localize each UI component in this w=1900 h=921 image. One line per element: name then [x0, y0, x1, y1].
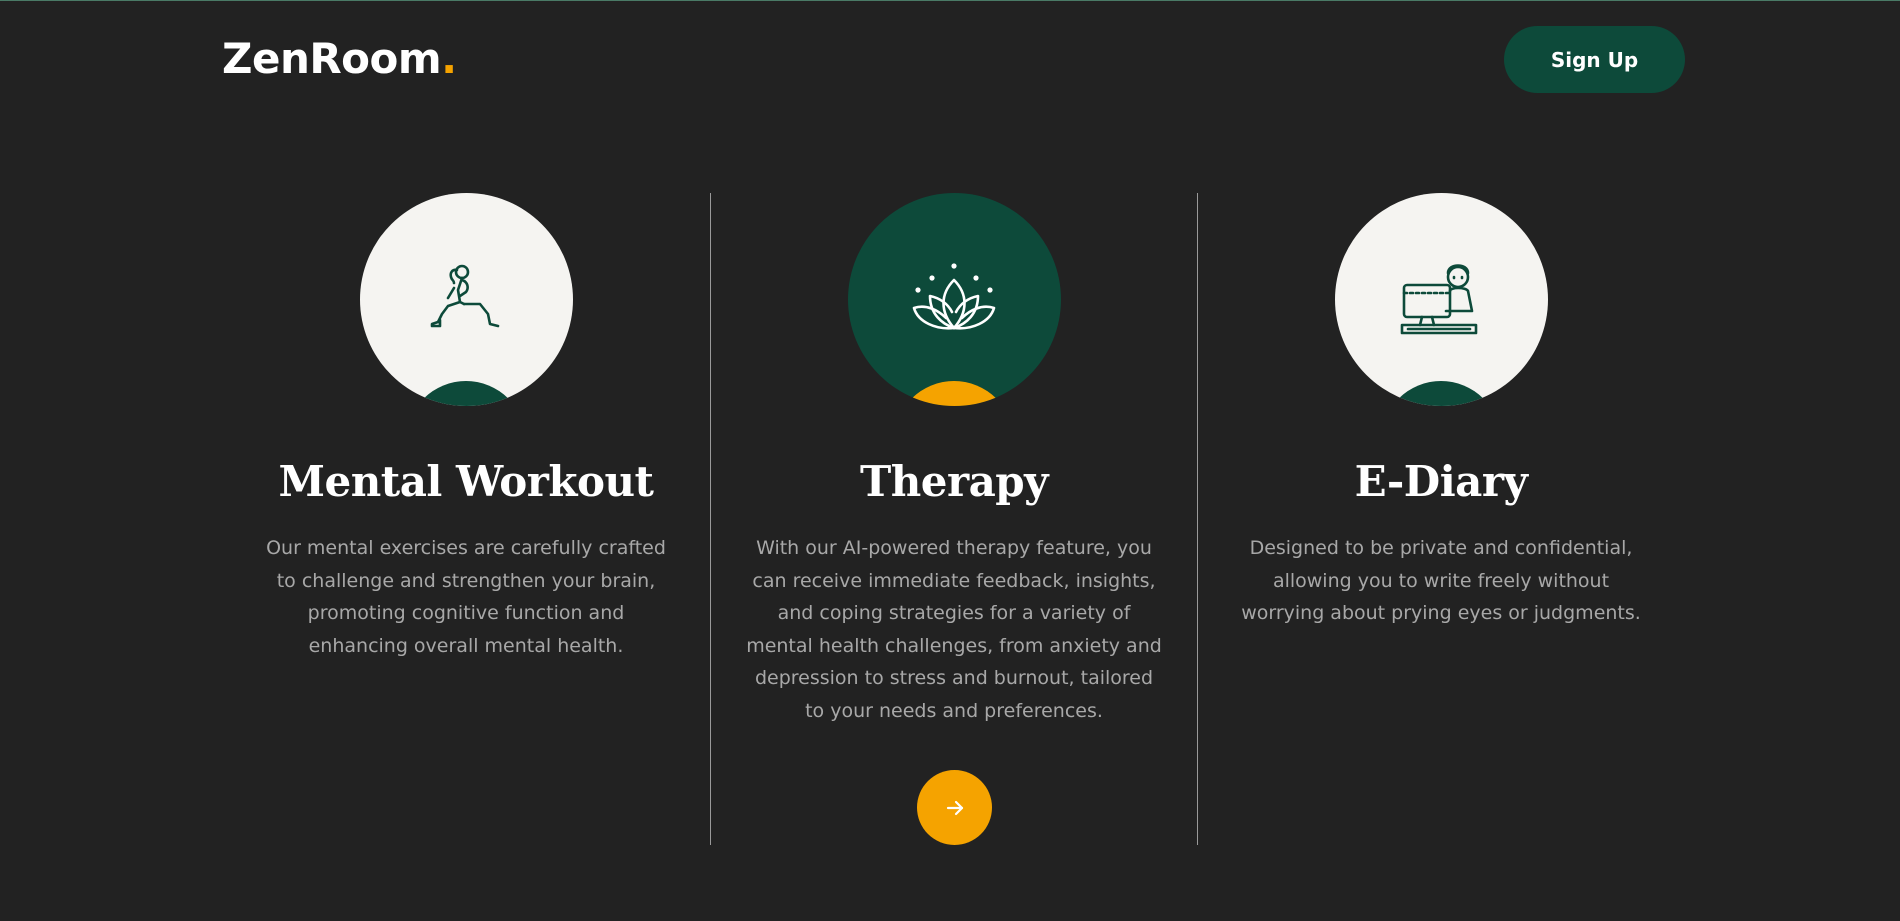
logo-text: ZenRoom: [222, 34, 442, 83]
feature-description: Our mental exercises are carefully craft…: [266, 537, 666, 657]
sign-up-button[interactable]: Sign Up: [1504, 26, 1685, 93]
arrow-right-icon: [946, 800, 963, 815]
circle-accent-arc: [894, 381, 1014, 406]
column-divider: [710, 193, 711, 845]
feature-description: With our AI-powered therapy feature, you…: [746, 537, 1162, 722]
diary-icon: [1400, 263, 1478, 334]
logo-dot: .: [441, 34, 457, 83]
next-arrow-button[interactable]: [917, 770, 992, 845]
feature-icon-circle: [359, 193, 573, 406]
feature-title: E-Diary: [1354, 457, 1528, 506]
logo[interactable]: ZenRoom.: [222, 34, 457, 84]
lotus-icon: [912, 262, 996, 330]
feature-card-mental-workout: Mental Workout Our mental exercises are …: [248, 193, 684, 662]
feature-icon-circle: [1334, 193, 1548, 406]
site-header: ZenRoom. Sign Up: [0, 0, 1900, 120]
feature-icon-circle: [847, 193, 1061, 406]
feature-description: Designed to be private and confidential,…: [1241, 537, 1641, 625]
circle-accent-arc: [406, 381, 526, 406]
feature-card-e-diary: E-Diary Designed to be private and confi…: [1223, 193, 1659, 630]
feature-title: Mental Workout: [278, 457, 654, 506]
feature-title: Therapy: [859, 457, 1049, 506]
column-divider: [1197, 193, 1198, 845]
workout-icon: [430, 264, 500, 327]
feature-card-therapy: Therapy With our AI-powered therapy feat…: [736, 193, 1172, 728]
circle-accent-arc: [1381, 381, 1501, 406]
